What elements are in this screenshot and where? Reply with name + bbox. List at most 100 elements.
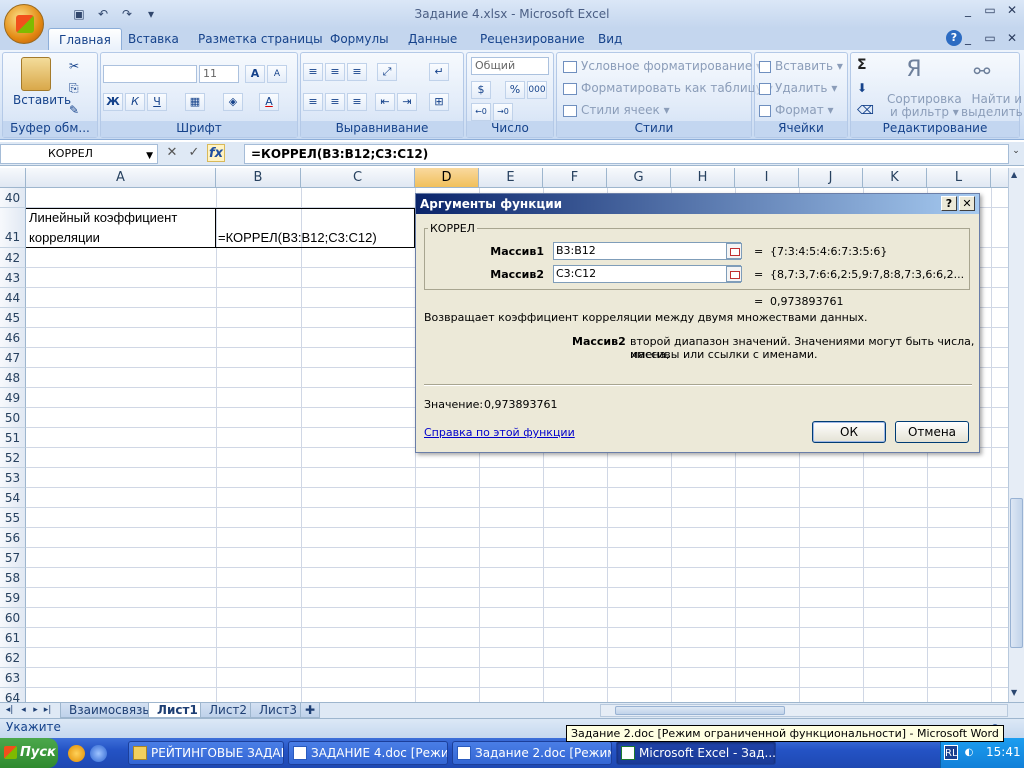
tab-review[interactable]: Рецензирование bbox=[470, 28, 595, 50]
select-all-corner[interactable] bbox=[0, 168, 26, 188]
expand-formula-bar-icon[interactable]: ⌄ bbox=[1010, 146, 1022, 162]
merge-cells-icon[interactable]: ⊞ bbox=[429, 93, 449, 111]
arg2-collapse-icon[interactable] bbox=[726, 266, 742, 282]
column-header-i[interactable]: I bbox=[735, 168, 799, 188]
row-header[interactable]: 58 bbox=[0, 568, 26, 588]
tab-formulas[interactable]: Формулы bbox=[320, 28, 399, 50]
align-middle-icon[interactable]: ≡ bbox=[325, 63, 345, 81]
column-header-k[interactable]: K bbox=[863, 168, 927, 188]
number-format-combo[interactable]: Общий bbox=[471, 57, 549, 75]
tab-page-layout[interactable]: Разметка страницы bbox=[188, 28, 333, 50]
column-header-j[interactable]: J bbox=[799, 168, 863, 188]
align-left-icon[interactable]: ≡ bbox=[303, 93, 323, 111]
first-sheet-icon[interactable]: ◂| bbox=[4, 703, 15, 718]
row-header[interactable]: 42 bbox=[0, 248, 26, 268]
row-header[interactable]: 56 bbox=[0, 528, 26, 548]
dialog-title[interactable]: Аргументы функции bbox=[416, 194, 979, 214]
row-header[interactable]: 64 bbox=[0, 688, 26, 702]
row-header[interactable]: 60 bbox=[0, 608, 26, 628]
grow-font-button[interactable]: A bbox=[245, 65, 265, 83]
tray-app-icon[interactable]: ◐ bbox=[962, 745, 976, 760]
taskbar-item-folder[interactable]: РЕЙТИНГОВЫЕ ЗАДАНИЯ bbox=[128, 741, 284, 765]
minimize-button[interactable]: _ bbox=[958, 2, 978, 19]
cell-a41-line2[interactable]: корреляции bbox=[29, 230, 100, 245]
column-header-c[interactable]: C bbox=[301, 168, 415, 188]
row-header[interactable]: 43 bbox=[0, 268, 26, 288]
tab-data[interactable]: Данные bbox=[398, 28, 467, 50]
close-button[interactable]: ✕ bbox=[1002, 2, 1022, 19]
insert-sheet-icon[interactable]: ✚ bbox=[300, 703, 321, 718]
formula-input[interactable]: =КОРРЕЛ(B3:B12;C3:C12) bbox=[244, 144, 1009, 164]
autosum-button[interactable]: Σ bbox=[857, 57, 867, 73]
ok-button[interactable]: ОК bbox=[812, 421, 886, 443]
bold-button[interactable]: Ж bbox=[103, 93, 123, 111]
currency-icon[interactable]: $ bbox=[471, 81, 491, 99]
cut-icon[interactable]: ✂ bbox=[69, 59, 79, 73]
tab-home[interactable]: Главная bbox=[48, 28, 122, 50]
dialog-help-button[interactable]: ? bbox=[941, 196, 957, 211]
decrease-decimal-icon[interactable]: →0 bbox=[493, 103, 513, 121]
cancel-entry-icon[interactable]: ✕ bbox=[163, 144, 181, 162]
find-select-button[interactable]: Найти ивыделить ▾ bbox=[961, 93, 1024, 119]
paste-button[interactable]: Вставить bbox=[13, 93, 71, 107]
underline-button[interactable]: Ч bbox=[147, 93, 167, 111]
last-sheet-icon[interactable]: ▸| bbox=[42, 703, 53, 718]
column-header-a[interactable]: A bbox=[26, 168, 216, 188]
column-header-f[interactable]: F bbox=[543, 168, 607, 188]
increase-decimal-icon[interactable]: ←0 bbox=[471, 103, 491, 121]
format-painter-icon[interactable]: ✎ bbox=[69, 103, 79, 117]
ie-icon[interactable] bbox=[68, 745, 85, 762]
name-box-dropdown-icon[interactable]: ▼ bbox=[146, 147, 153, 165]
row-header[interactable]: 47 bbox=[0, 348, 26, 368]
arg1-input[interactable]: B3:B12 bbox=[553, 242, 741, 260]
maximize-button[interactable]: ▭ bbox=[980, 2, 1000, 19]
decrease-indent-icon[interactable]: ⇤ bbox=[375, 93, 395, 111]
next-sheet-icon[interactable]: ▸ bbox=[30, 703, 41, 718]
align-top-icon[interactable]: ≡ bbox=[303, 63, 323, 81]
confirm-entry-icon[interactable]: ✓ bbox=[185, 144, 203, 162]
horizontal-scroll-thumb[interactable] bbox=[615, 706, 785, 715]
row-header[interactable]: 45 bbox=[0, 308, 26, 328]
taskbar-item-excel[interactable]: Microsoft Excel - Зад... bbox=[616, 741, 776, 765]
column-header-b[interactable]: B bbox=[216, 168, 301, 188]
scroll-up-icon[interactable]: ▲ bbox=[1011, 170, 1017, 179]
row-header[interactable]: 46 bbox=[0, 328, 26, 348]
copy-icon[interactable]: ⎘ bbox=[69, 81, 79, 96]
sheet-tab-list2[interactable]: Лист2 bbox=[200, 703, 257, 718]
scroll-down-icon[interactable]: ▼ bbox=[1011, 688, 1017, 697]
office-button[interactable] bbox=[4, 4, 44, 44]
vertical-scroll-thumb[interactable] bbox=[1010, 498, 1023, 648]
cancel-button[interactable]: Отмена bbox=[895, 421, 969, 443]
cell-styles-button[interactable]: Стили ячеек ▾ bbox=[563, 103, 670, 117]
cell-b41[interactable]: =КОРРЕЛ(B3:B12;C3:C12) bbox=[218, 230, 377, 245]
align-center-icon[interactable]: ≡ bbox=[325, 93, 345, 111]
name-box[interactable]: КОРРЕЛ ▼ bbox=[0, 144, 158, 164]
tab-insert[interactable]: Вставка bbox=[118, 28, 189, 50]
row-header[interactable]: 55 bbox=[0, 508, 26, 528]
tab-view[interactable]: Вид bbox=[588, 28, 632, 50]
row-header[interactable]: 53 bbox=[0, 468, 26, 488]
thousands-button[interactable]: 000 bbox=[527, 81, 547, 99]
workbook-minimize-button[interactable]: _ bbox=[958, 30, 978, 47]
column-header-h[interactable]: H bbox=[671, 168, 735, 188]
start-button[interactable]: Пуск bbox=[0, 738, 58, 768]
row-header[interactable]: 62 bbox=[0, 648, 26, 668]
row-header[interactable]: 40 bbox=[0, 188, 26, 208]
row-header[interactable]: 52 bbox=[0, 448, 26, 468]
orientation-icon[interactable]: ⤢ bbox=[377, 63, 397, 81]
row-header[interactable]: 59 bbox=[0, 588, 26, 608]
format-cells-button[interactable]: Формат ▾ bbox=[759, 103, 834, 117]
borders-icon[interactable]: ▦ bbox=[185, 93, 205, 111]
font-name-combo[interactable] bbox=[103, 65, 197, 83]
sheet-tab-list1[interactable]: Лист1 bbox=[148, 703, 207, 718]
column-header-e[interactable]: E bbox=[479, 168, 543, 188]
row-header[interactable]: 51 bbox=[0, 428, 26, 448]
format-as-table-button[interactable]: Форматировать как таблицу ▾ bbox=[563, 81, 773, 95]
sort-filter-button[interactable]: Сортировка и фильтр ▾ bbox=[887, 93, 962, 119]
row-header[interactable]: 57 bbox=[0, 548, 26, 568]
increase-indent-icon[interactable]: ⇥ bbox=[397, 93, 417, 111]
align-right-icon[interactable]: ≡ bbox=[347, 93, 367, 111]
sheet-tab-list3[interactable]: Лист3 bbox=[250, 703, 307, 718]
fill-icon[interactable]: ⬇ bbox=[857, 81, 867, 95]
workbook-restore-button[interactable]: ▭ bbox=[980, 30, 1000, 47]
